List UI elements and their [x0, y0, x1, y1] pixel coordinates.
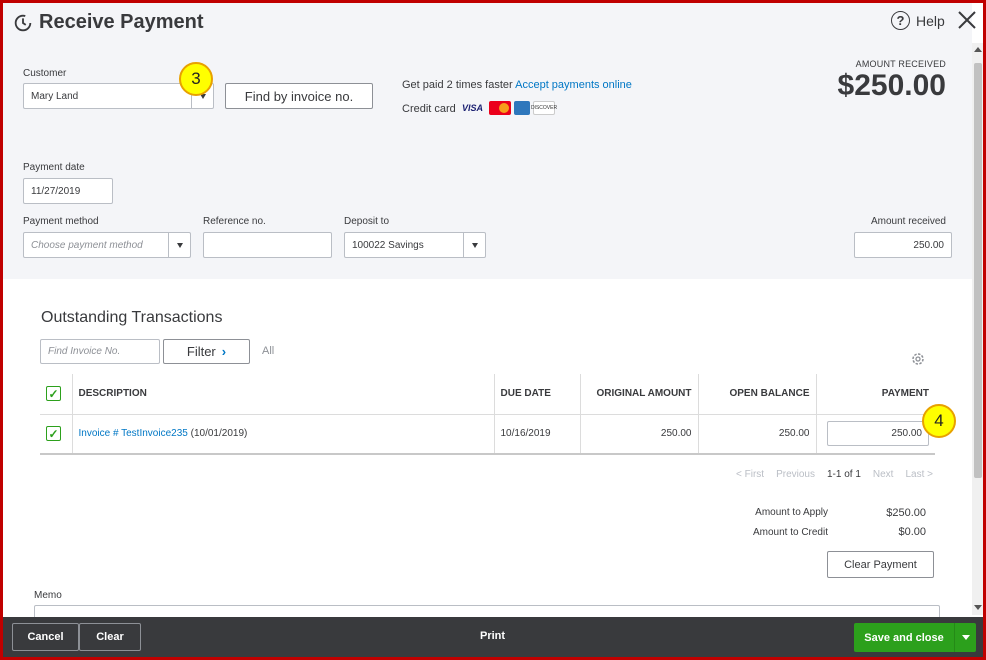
online-payments-promo: Get paid 2 times faster Accept payments … — [402, 79, 632, 91]
reference-input[interactable] — [203, 232, 332, 258]
footer-bar: Cancel Clear Print — [3, 617, 983, 657]
chevron-right-icon: › — [221, 344, 227, 359]
col-payment[interactable]: PAYMENT — [815, 374, 935, 415]
row-original-amount: 250.00 — [579, 414, 698, 455]
col-description[interactable]: DESCRIPTION — [71, 374, 494, 415]
customer-value: Mary Land — [31, 90, 79, 102]
deposit-select[interactable]: 100022 Savings — [344, 232, 486, 258]
receive-payment-window: Receive Payment ? Help Customer Mary Lan… — [0, 0, 986, 660]
row-select-cell: ✓ — [40, 414, 72, 455]
clear-button[interactable]: Clear — [79, 623, 141, 651]
gear-icon[interactable] — [910, 351, 926, 367]
amount-field-value: 250.00 — [913, 239, 944, 251]
col-open-balance[interactable]: OPEN BALANCE — [697, 374, 816, 415]
amount-to-credit-value: $0.00 — [898, 526, 926, 538]
select-all-cell: ✓ — [40, 374, 72, 415]
payment-date-input[interactable]: 11/27/2019 — [23, 178, 113, 204]
window-title: Receive Payment — [39, 11, 204, 33]
payment-input-value: 250.00 — [891, 428, 922, 440]
pager-first[interactable]: < First — [736, 469, 764, 480]
amount-received-value: $250.00 — [837, 69, 946, 102]
deposit-label: Deposit to — [344, 216, 390, 227]
pager-next[interactable]: Next — [873, 469, 894, 480]
pager-previous[interactable]: Previous — [776, 469, 815, 480]
customer-label: Customer — [23, 68, 67, 79]
find-invoice-input[interactable]: Find Invoice No. — [40, 339, 160, 364]
pagination: < First Previous 1-1 of 1 Next Last > — [736, 469, 933, 480]
reference-label: Reference no. — [203, 216, 266, 227]
help-label: Help — [916, 12, 945, 29]
chevron-down-icon[interactable] — [954, 623, 976, 652]
filter-label: Filter — [186, 344, 216, 359]
deposit-value: 100022 Savings — [352, 239, 424, 251]
save-and-close-label: Save and close — [864, 631, 944, 644]
scroll-up-icon[interactable] — [974, 47, 982, 52]
outstanding-title: Outstanding Transactions — [41, 309, 223, 326]
find-by-invoice-button[interactable]: Find by invoice no. — [225, 83, 373, 109]
amount-to-apply-label: Amount to Apply — [755, 507, 828, 518]
chevron-down-icon[interactable] — [168, 233, 190, 257]
payment-method-select[interactable]: Choose payment method — [23, 232, 191, 258]
history-icon[interactable] — [12, 12, 34, 34]
row-open-balance: 250.00 — [697, 414, 816, 455]
amount-received-input[interactable]: 250.00 — [854, 232, 952, 258]
select-all-checkbox[interactable]: ✓ — [46, 386, 61, 402]
find-invoice-placeholder: Find Invoice No. — [48, 346, 121, 357]
amex-icon — [514, 101, 530, 115]
cancel-button[interactable]: Cancel — [12, 623, 79, 651]
payment-input[interactable]: 250.00 — [827, 421, 929, 447]
payment-date-label: Payment date — [23, 162, 85, 173]
clear-payment-button[interactable]: Clear Payment — [827, 551, 934, 578]
pager-range: 1-1 of 1 — [826, 469, 861, 480]
save-and-close-button[interactable]: Save and close — [854, 623, 976, 652]
row-checkbox[interactable]: ✓ — [46, 426, 61, 442]
amount-received-label: AMOUNT RECEIVED — [855, 59, 946, 69]
filter-all-label: All — [262, 345, 275, 357]
visa-icon: VISA — [462, 103, 484, 113]
discover-icon: DISCOVER — [531, 101, 557, 115]
amount-to-credit-label: Amount to Credit — [752, 527, 828, 538]
amount-to-apply-value: $250.00 — [886, 507, 926, 519]
chevron-down-icon[interactable] — [463, 233, 485, 257]
help-link[interactable]: ? Help — [891, 11, 945, 30]
table-header-row: ✓ DESCRIPTION DUE DATE ORIGINAL AMOUNT O… — [40, 374, 935, 415]
credit-card-label: Credit card — [402, 103, 456, 115]
invoice-date: (10/01/2019) — [190, 428, 248, 440]
outstanding-table: ✓ DESCRIPTION DUE DATE ORIGINAL AMOUNT O… — [40, 374, 935, 455]
scroll-down-icon[interactable] — [974, 605, 982, 610]
amount-field-label: Amount received — [870, 216, 946, 227]
row-description: Invoice # TestInvoice235 (10/01/2019) — [71, 414, 494, 455]
row-due-date: 10/16/2019 — [493, 414, 580, 455]
scrollbar-thumb[interactable] — [974, 63, 982, 478]
close-icon[interactable] — [956, 9, 978, 31]
memo-label: Memo — [34, 590, 62, 601]
mastercard-icon — [489, 101, 511, 115]
help-icon: ? — [891, 11, 910, 30]
callout-marker-4: 4 — [922, 404, 956, 438]
col-original-amount[interactable]: ORIGINAL AMOUNT — [579, 374, 698, 415]
promo-text: Get paid 2 times faster — [402, 79, 513, 91]
print-button[interactable]: Print — [480, 630, 505, 642]
table-row: ✓ Invoice # TestInvoice235 (10/01/2019) … — [40, 414, 935, 455]
accept-payments-link[interactable]: Accept payments online — [515, 79, 632, 91]
payment-date-value: 11/27/2019 — [31, 185, 81, 197]
invoice-link[interactable]: Invoice # TestInvoice235 — [79, 428, 188, 439]
filter-button[interactable]: Filter › — [163, 339, 250, 364]
payment-method-label: Payment method — [23, 216, 99, 227]
pager-last[interactable]: Last > — [905, 469, 933, 480]
payment-method-placeholder: Choose payment method — [31, 239, 143, 251]
row-payment-cell: 250.00 — [815, 414, 935, 455]
col-due-date[interactable]: DUE DATE — [493, 374, 580, 415]
callout-marker-3: 3 — [179, 62, 213, 96]
